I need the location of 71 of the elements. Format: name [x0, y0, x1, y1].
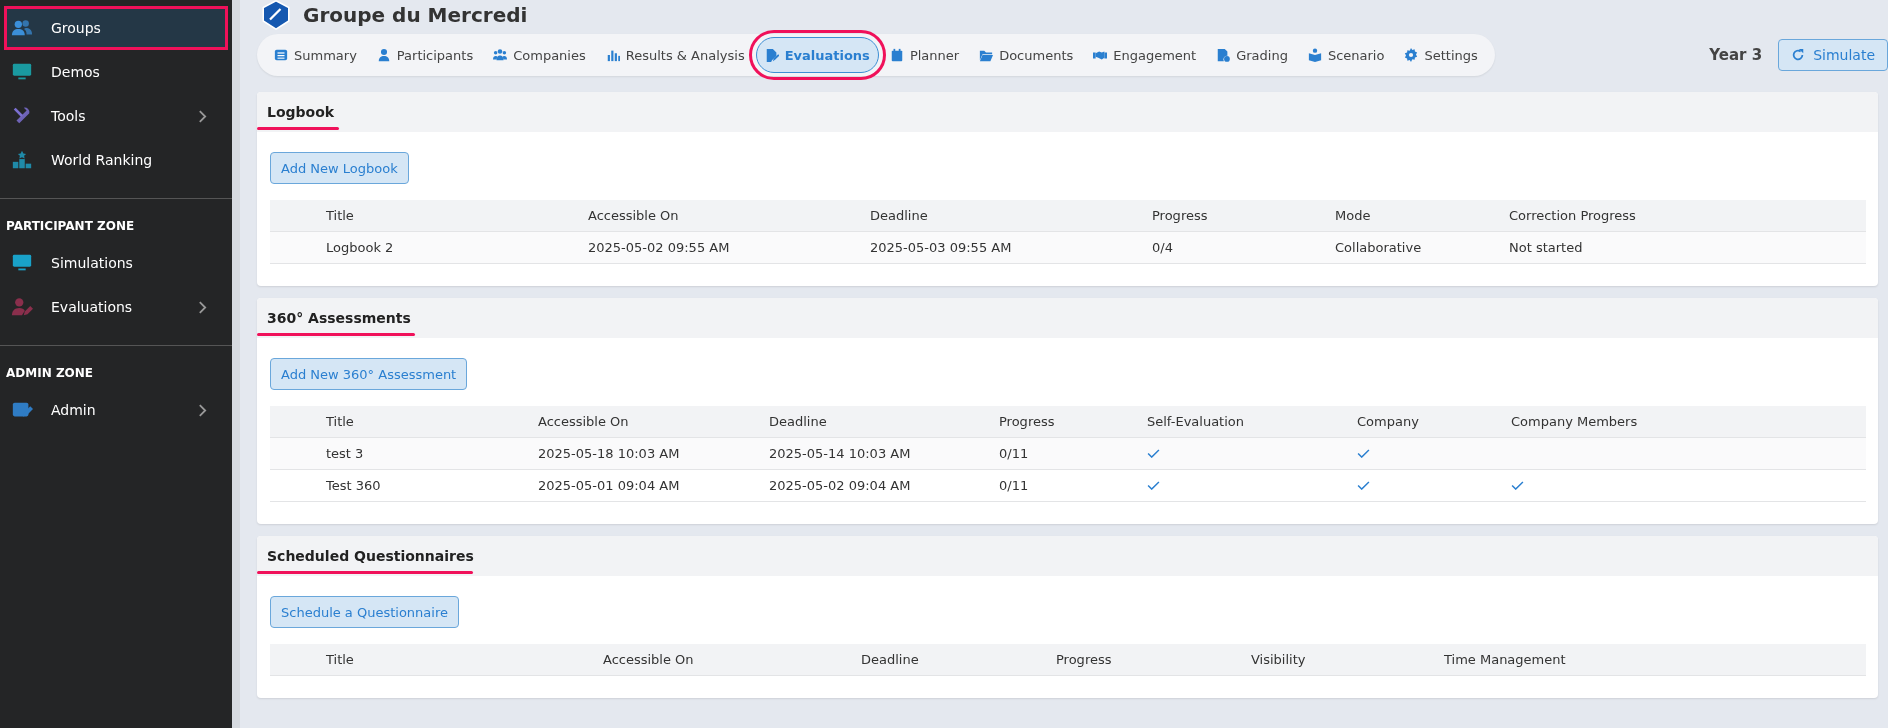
podium-icon — [11, 149, 33, 171]
table-cell-text: Logbook 2 — [326, 240, 395, 255]
table-cell-text: 2025-05-02 09:55 AM — [588, 240, 731, 255]
column-header: Visibility — [1251, 652, 1307, 667]
user-edit-icon — [11, 296, 33, 318]
column-header: Mode — [1335, 208, 1372, 223]
table-cell-text: 0/11 — [999, 478, 1030, 493]
tab[interactable]: Engagement — [1084, 37, 1206, 73]
settings-icon — [1404, 48, 1419, 62]
column-header: Progress — [1152, 208, 1209, 223]
tab[interactable]: Grading — [1207, 37, 1297, 73]
column-header: Title — [326, 208, 355, 223]
table-cell-text: Not started — [1509, 240, 1584, 255]
tab[interactable]: Results & Analysis — [596, 37, 754, 73]
column-header: Time Management — [1444, 652, 1567, 667]
section-title: 360° Assessments — [267, 310, 411, 326]
column-header: Deadline — [870, 208, 929, 223]
column-header: Correction Progress — [1509, 208, 1637, 223]
refresh-icon — [1791, 48, 1806, 62]
table-cell-text: 2025-05-18 10:03 AM — [538, 446, 681, 461]
table-cell-text: 2025-05-01 09:04 AM — [538, 478, 681, 493]
logo-icon — [261, 0, 291, 30]
book-icon — [1307, 48, 1322, 62]
folder-icon — [979, 48, 994, 62]
sidebar-item[interactable]: Tools — [4, 94, 228, 138]
column-header: Progress — [1056, 652, 1113, 667]
file-edit-icon — [764, 48, 779, 62]
year-label: Year 3 — [1709, 46, 1763, 64]
users-icon — [493, 48, 508, 62]
sidebar-item[interactable]: Demos — [4, 50, 228, 94]
tab[interactable]: Settings — [1395, 37, 1487, 73]
tab[interactable]: Companies — [484, 37, 595, 73]
list-icon — [274, 48, 288, 62]
column-header: Accessible On — [588, 208, 680, 223]
column-header: Deadline — [861, 652, 920, 667]
table-cell-text: 0/4 — [1152, 240, 1174, 255]
sidebar-heading: ADMIN ZONE — [5, 366, 95, 382]
table-cell-text: test 3 — [326, 446, 365, 461]
table-cell-text: 0/11 — [999, 446, 1030, 461]
sidebar-item[interactable]: Simulations — [4, 241, 228, 285]
tab[interactable]: Summary — [265, 37, 366, 73]
section-title: Logbook — [267, 104, 335, 120]
sidebar-heading: PARTICIPANT ZONE — [5, 219, 136, 235]
column-header: Progress — [999, 414, 1056, 429]
column-header: Self-Evaluation — [1147, 414, 1245, 429]
sidebar-item[interactable]: World Ranking — [4, 138, 228, 182]
table-cell-text: 2025-05-02 09:04 AM — [769, 478, 912, 493]
section-title: Scheduled Questionnaires — [267, 548, 474, 564]
column-header: Title — [326, 414, 355, 429]
table-cell-text: 2025-05-14 10:03 AM — [769, 446, 912, 461]
group-title: Groupe du Mercredi — [303, 3, 528, 27]
tab[interactable]: Scenario — [1298, 37, 1394, 73]
sidebar-item[interactable]: Groups — [4, 6, 228, 50]
column-header: Deadline — [769, 414, 828, 429]
bar-chart-icon — [605, 48, 620, 62]
calendar-icon — [889, 48, 904, 62]
user-icon — [376, 48, 391, 62]
sidebar-item[interactable]: Evaluations — [4, 285, 228, 329]
table-cell-text: Test 360 — [326, 478, 382, 493]
column-header: Company — [1357, 414, 1420, 429]
table-cell-text: 2025-05-03 09:55 AM — [870, 240, 1013, 255]
table-cell-text: Collaborative — [1335, 240, 1423, 255]
tab[interactable]: Documents — [970, 37, 1083, 73]
column-header: Company Members — [1511, 414, 1639, 429]
sidebar-item[interactable]: Admin — [4, 388, 228, 432]
tab[interactable]: Planner — [880, 37, 969, 73]
file-check-icon — [1216, 48, 1231, 62]
tab[interactable]: Participants — [367, 37, 483, 73]
column-header: Accessible On — [603, 652, 695, 667]
column-header: Title — [326, 652, 355, 667]
column-header: Accessible On — [538, 414, 630, 429]
